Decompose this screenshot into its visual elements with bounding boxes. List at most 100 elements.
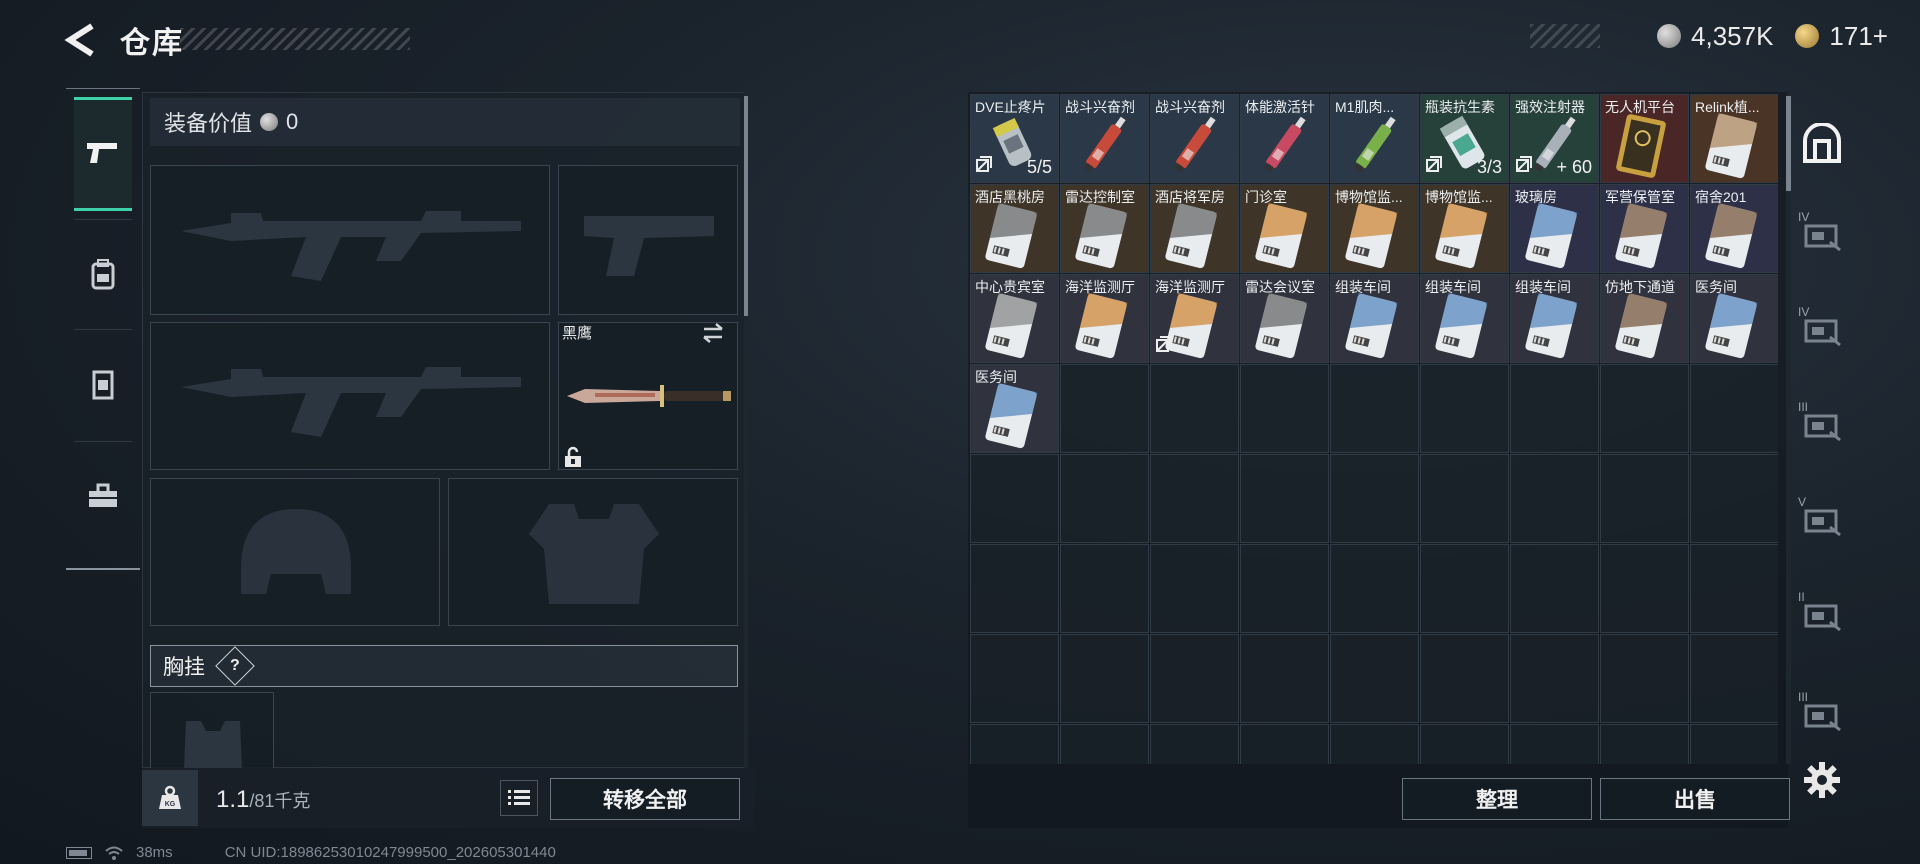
empty-inventory-cell[interactable]	[1150, 544, 1239, 633]
inventory-item[interactable]: 战斗兴奋剂	[1150, 94, 1239, 183]
nav-misc[interactable]	[66, 441, 140, 551]
list-view-button[interactable]	[500, 780, 538, 816]
empty-inventory-cell[interactable]	[970, 724, 1059, 764]
inventory-item[interactable]: 组装车间	[1420, 274, 1509, 363]
empty-inventory-cell[interactable]	[1690, 364, 1778, 453]
inventory-item[interactable]: 海洋监测厅	[1150, 274, 1239, 363]
empty-inventory-cell[interactable]	[1150, 634, 1239, 723]
empty-inventory-cell[interactable]	[1600, 364, 1689, 453]
empty-inventory-cell[interactable]	[970, 634, 1059, 723]
storage-tab-folder-icon[interactable]: IV	[1798, 210, 1846, 258]
empty-inventory-cell[interactable]	[1240, 634, 1329, 723]
inventory-item[interactable]: Relink植...	[1690, 94, 1778, 183]
storage-tab-cash-box-icon[interactable]: III	[1798, 690, 1846, 738]
help-badge[interactable]: ?	[215, 646, 255, 686]
inventory-item[interactable]: 组装车间	[1510, 274, 1599, 363]
transfer-all-button[interactable]: 转移全部	[550, 778, 740, 820]
inventory-scrollbar-thumb[interactable]	[1786, 96, 1791, 191]
empty-inventory-cell[interactable]	[970, 454, 1059, 543]
storage-tab-ammo-box-icon[interactable]: IV	[1798, 305, 1846, 353]
storage-tab-med-box-icon[interactable]: II	[1798, 590, 1846, 638]
empty-inventory-cell[interactable]	[1060, 364, 1149, 453]
empty-inventory-cell[interactable]	[1060, 634, 1149, 723]
empty-inventory-cell[interactable]	[1330, 454, 1419, 543]
back-icon[interactable]	[62, 20, 102, 60]
empty-inventory-cell[interactable]	[1600, 724, 1689, 764]
empty-inventory-cell[interactable]	[970, 544, 1059, 633]
swap-icon[interactable]	[700, 322, 726, 344]
empty-inventory-cell[interactable]	[1240, 544, 1329, 633]
storage-tab-tool-box-icon[interactable]: III	[1798, 400, 1846, 448]
storage-tab-ammo-box-icon[interactable]: V	[1798, 495, 1846, 543]
empty-inventory-cell[interactable]	[1330, 364, 1419, 453]
empty-inventory-cell[interactable]	[1420, 364, 1509, 453]
sidearm-slot[interactable]	[558, 165, 738, 315]
empty-inventory-cell[interactable]	[1420, 634, 1509, 723]
inventory-item[interactable]: 仿地下通道	[1600, 274, 1689, 363]
inventory-item[interactable]: 瓶装抗生素 3/3	[1420, 94, 1509, 183]
inventory-item[interactable]: 酒店黑桃房	[970, 184, 1059, 273]
empty-inventory-cell[interactable]	[1510, 634, 1599, 723]
empty-inventory-cell[interactable]	[1150, 454, 1239, 543]
inventory-item[interactable]: 博物馆监...	[1330, 184, 1419, 273]
empty-inventory-cell[interactable]	[1240, 364, 1329, 453]
inventory-item[interactable]: 战斗兴奋剂	[1060, 94, 1149, 183]
inventory-item[interactable]: 中心贵宾室	[970, 274, 1059, 363]
gear-icon[interactable]	[1802, 760, 1842, 800]
nav-backpack[interactable]	[66, 219, 140, 329]
empty-inventory-cell[interactable]	[1060, 724, 1149, 764]
chest-rig-slot[interactable]	[150, 692, 274, 769]
nav-vest[interactable]	[66, 329, 140, 439]
empty-inventory-cell[interactable]	[1510, 364, 1599, 453]
empty-inventory-cell[interactable]	[1240, 724, 1329, 764]
empty-inventory-cell[interactable]	[1510, 454, 1599, 543]
inventory-item[interactable]: DVE止疼片 5/5	[970, 94, 1059, 183]
empty-inventory-cell[interactable]	[1420, 544, 1509, 633]
secondary-weapon-slot[interactable]	[150, 322, 550, 470]
empty-inventory-cell[interactable]	[1600, 454, 1689, 543]
inventory-item[interactable]: 雷达会议室	[1240, 274, 1329, 363]
empty-inventory-cell[interactable]	[1420, 724, 1509, 764]
equipment-scrollbar-thumb[interactable]	[744, 96, 748, 316]
organize-button[interactable]: 整理	[1402, 778, 1592, 820]
empty-inventory-cell[interactable]	[1510, 724, 1599, 764]
armor-slot[interactable]	[448, 478, 738, 626]
empty-inventory-cell[interactable]	[1600, 634, 1689, 723]
inventory-item[interactable]: 医务间	[1690, 274, 1778, 363]
inventory-item[interactable]: 宿舍201	[1690, 184, 1778, 273]
empty-inventory-cell[interactable]	[1330, 634, 1419, 723]
inventory-item[interactable]: 博物馆监...	[1420, 184, 1509, 273]
empty-inventory-cell[interactable]	[1330, 544, 1419, 633]
empty-inventory-cell[interactable]	[1060, 454, 1149, 543]
empty-inventory-cell[interactable]	[1150, 364, 1239, 453]
inventory-item[interactable]: 体能激活针	[1240, 94, 1329, 183]
nav-weapons[interactable]	[74, 97, 132, 211]
storage-tab-safe-box-icon[interactable]	[1798, 120, 1846, 168]
inventory-item[interactable]: M1肌肉...	[1330, 94, 1419, 183]
empty-inventory-cell[interactable]	[1330, 724, 1419, 764]
inventory-item[interactable]: 医务间	[970, 364, 1059, 453]
inventory-item[interactable]: 无人机平台	[1600, 94, 1689, 183]
empty-inventory-cell[interactable]	[1690, 724, 1778, 764]
inventory-scrollbar[interactable]	[1786, 94, 1791, 764]
empty-inventory-cell[interactable]	[1690, 634, 1778, 723]
melee-slot[interactable]	[558, 322, 738, 470]
inventory-item[interactable]: 强效注射器 + 60	[1510, 94, 1599, 183]
empty-inventory-cell[interactable]	[1060, 544, 1149, 633]
sell-button[interactable]: 出售	[1600, 778, 1790, 820]
helmet-slot[interactable]	[150, 478, 440, 626]
empty-inventory-cell[interactable]	[1240, 454, 1329, 543]
inventory-item[interactable]: 组装车间	[1330, 274, 1419, 363]
inventory-item[interactable]: 玻璃房	[1510, 184, 1599, 273]
empty-inventory-cell[interactable]	[1420, 454, 1509, 543]
empty-inventory-cell[interactable]	[1690, 544, 1778, 633]
inventory-item[interactable]: 酒店将军房	[1150, 184, 1239, 273]
inventory-item[interactable]: 门诊室	[1240, 184, 1329, 273]
inventory-item[interactable]: 雷达控制室	[1060, 184, 1149, 273]
empty-inventory-cell[interactable]	[1690, 454, 1778, 543]
inventory-item[interactable]: 海洋监测厅	[1060, 274, 1149, 363]
empty-inventory-cell[interactable]	[1150, 724, 1239, 764]
inventory-item[interactable]: 军营保管室	[1600, 184, 1689, 273]
empty-inventory-cell[interactable]	[1510, 544, 1599, 633]
empty-inventory-cell[interactable]	[1600, 544, 1689, 633]
